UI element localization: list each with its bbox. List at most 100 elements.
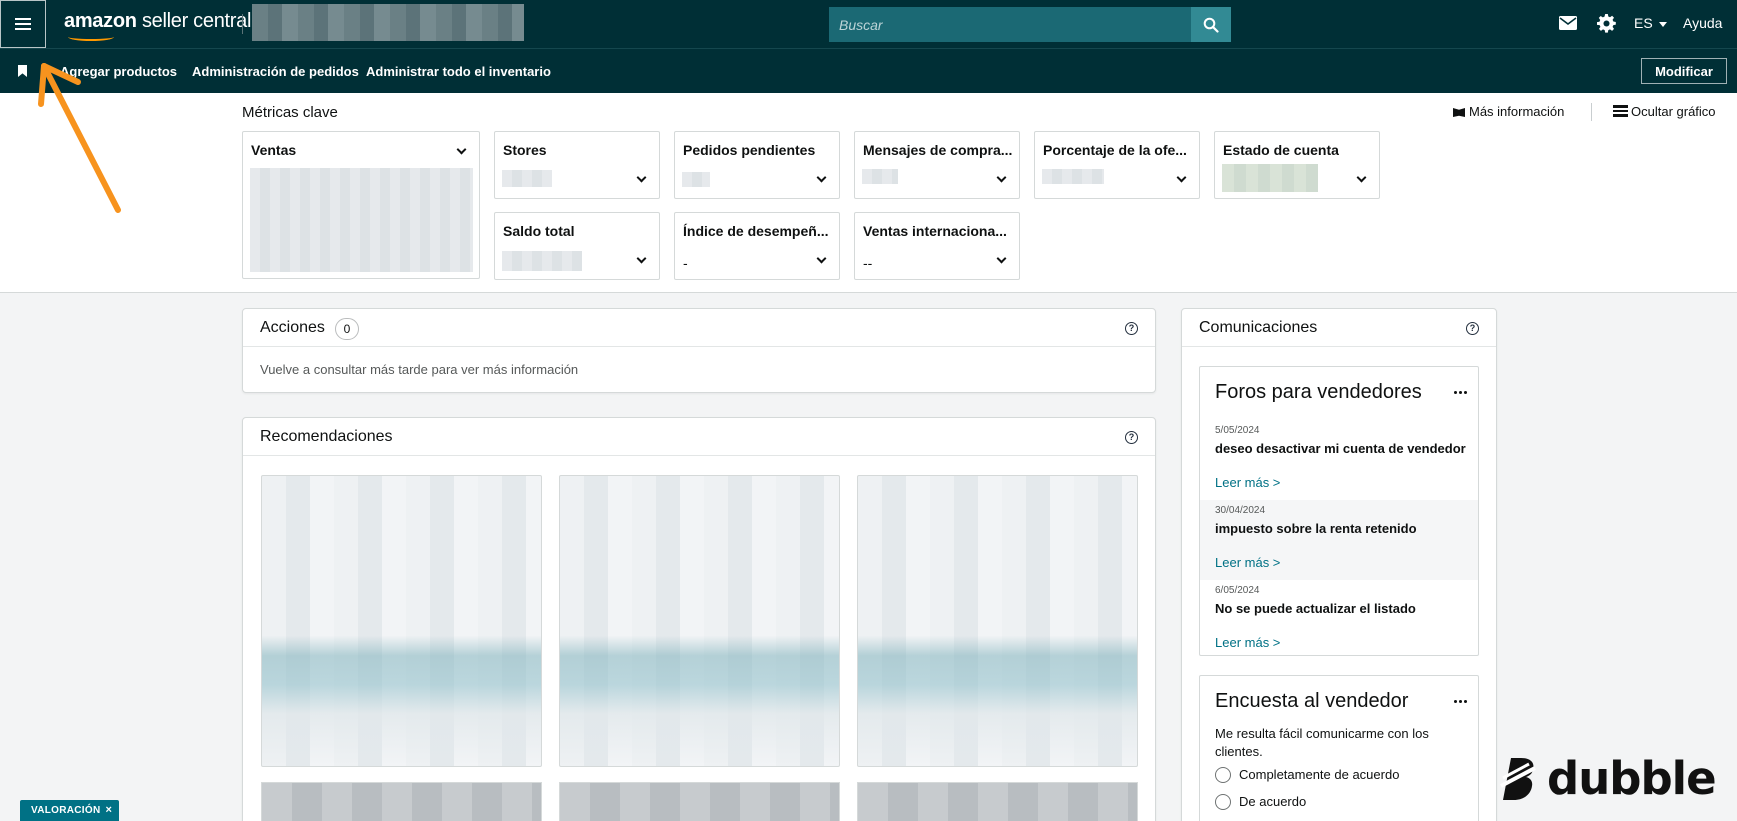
recommendation-card[interactable] xyxy=(559,475,840,767)
radio-button[interactable] xyxy=(1215,794,1231,810)
post-date: 6/05/2024 xyxy=(1215,585,1260,596)
read-more-link[interactable]: Leer más > xyxy=(1215,635,1280,650)
chevron-down-icon xyxy=(996,172,1007,183)
help-icon[interactable]: ? xyxy=(1125,322,1138,335)
recommendation-card-secondary[interactable] xyxy=(559,782,840,821)
recommendation-card-secondary[interactable] xyxy=(261,782,542,821)
chevron-down-icon xyxy=(996,253,1007,264)
metric-label: Índice de desempeñ... xyxy=(683,223,829,239)
bookmark-icon[interactable] xyxy=(18,65,27,77)
metric-label: Ventas xyxy=(251,142,297,158)
dubble-watermark: dubble xyxy=(1497,752,1717,805)
metric-label: Mensajes de compra... xyxy=(863,142,1013,158)
read-more-link[interactable]: Leer más > xyxy=(1215,555,1280,570)
survey-option-agree[interactable]: De acuerdo xyxy=(1215,794,1306,810)
redacted-value xyxy=(682,172,710,187)
seller-survey-card: Encuesta al vendedor Me resulta fácil co… xyxy=(1199,675,1479,821)
survey-question: Me resulta fácil comunicarme con los cli… xyxy=(1215,726,1429,759)
chevron-down-icon xyxy=(816,172,827,183)
read-more-link[interactable]: Leer más > xyxy=(1215,475,1280,490)
post-date: 5/05/2024 xyxy=(1215,425,1260,436)
communications-panel: Comunicaciones ? Foros para vendedores 5… xyxy=(1181,308,1497,821)
actions-empty-message: Vuelve a consultar más tarde para ver má… xyxy=(260,362,579,377)
actions-title: Acciones xyxy=(260,319,325,336)
metric-card-pending-orders[interactable]: Pedidos pendientes xyxy=(674,131,840,199)
more-info-link[interactable]: Más información xyxy=(1453,104,1564,119)
survey-option-strongly-agree[interactable]: Completamente de acuerdo xyxy=(1215,767,1399,783)
post-title[interactable]: impuesto sobre la renta retenido xyxy=(1215,521,1417,536)
recommendations-panel: Recomendaciones ? xyxy=(242,417,1156,821)
chevron-down-icon xyxy=(1176,172,1187,183)
help-link[interactable]: Ayuda xyxy=(1683,15,1722,31)
watermark-text: dubble xyxy=(1547,752,1717,805)
metric-card-total-balance[interactable]: Saldo total xyxy=(494,212,660,280)
metric-label: Saldo total xyxy=(503,223,575,239)
forum-post: 30/04/2024 impuesto sobre la renta reten… xyxy=(1200,500,1478,580)
seller-central-logo[interactable]: amazon seller central xyxy=(64,10,252,41)
forum-post: 6/05/2024 No se puede actualizar el list… xyxy=(1200,580,1478,660)
metric-card-account-status[interactable]: Estado de cuenta xyxy=(1214,131,1380,199)
redacted-value xyxy=(1042,169,1104,184)
post-date: 30/04/2024 xyxy=(1215,505,1266,516)
key-metrics-section: Métricas clave Más información Ocultar g… xyxy=(0,93,1737,293)
close-icon[interactable]: × xyxy=(105,804,112,816)
recommendations-title: Recomendaciones xyxy=(260,428,393,445)
more-options-icon[interactable] xyxy=(1459,700,1462,703)
book-icon xyxy=(1453,108,1465,117)
actions-panel: Acciones 0 ? Vuelve a consultar más tard… xyxy=(242,308,1156,393)
post-title[interactable]: No se puede actualizar el listado xyxy=(1215,601,1416,616)
recommendation-card[interactable] xyxy=(857,475,1138,767)
key-metrics-title: Métricas clave xyxy=(242,104,338,121)
redacted-value xyxy=(862,169,898,184)
metric-card-stores[interactable]: Stores xyxy=(494,131,660,199)
search-button[interactable] xyxy=(1191,7,1231,42)
feedback-tab[interactable]: VALORACIÓN × xyxy=(20,800,119,821)
menu-icon[interactable] xyxy=(0,0,46,48)
language-label: ES xyxy=(1634,15,1653,31)
language-selector[interactable]: ES xyxy=(1634,15,1667,31)
chevron-down-icon xyxy=(636,253,647,264)
metric-card-featured-offer[interactable]: Porcentaje de la ofe... xyxy=(1034,131,1200,199)
modify-button[interactable]: Modificar xyxy=(1641,58,1727,84)
metric-card-performance-index[interactable]: Índice de desempeñ... - xyxy=(674,212,840,280)
search-icon xyxy=(1203,17,1219,33)
help-icon[interactable]: ? xyxy=(1466,322,1479,335)
redacted-value xyxy=(502,170,552,187)
redacted-value xyxy=(502,251,582,271)
metrics-divider xyxy=(1591,103,1592,121)
nav-manage-inventory[interactable]: Administrar todo el inventario xyxy=(366,64,551,79)
actions-count-badge: 0 xyxy=(335,318,359,340)
metric-card-sales[interactable]: Ventas xyxy=(242,131,480,279)
redacted-account-info xyxy=(252,4,524,41)
recommendation-card-secondary[interactable] xyxy=(857,782,1138,821)
gear-icon[interactable] xyxy=(1597,14,1616,38)
chevron-down-icon xyxy=(636,172,647,183)
forums-title: Foros para vendedores xyxy=(1215,381,1422,403)
metric-card-buyer-messages[interactable]: Mensajes de compra... xyxy=(854,131,1020,199)
actions-header: Acciones 0 ? xyxy=(243,309,1155,347)
more-options-icon[interactable] xyxy=(1459,391,1462,394)
help-icon[interactable]: ? xyxy=(1125,431,1138,444)
metric-label: Stores xyxy=(503,142,547,158)
nav-add-products[interactable]: Agregar productos xyxy=(60,64,177,79)
nav-manage-orders[interactable]: Administración de pedidos xyxy=(192,64,359,79)
metric-card-international-sales[interactable]: Ventas internaciona... -- xyxy=(854,212,1020,280)
hide-chart-link[interactable]: Ocultar gráfico xyxy=(1613,104,1716,119)
logo-product: seller central xyxy=(141,10,252,32)
seller-forums-card: Foros para vendedores 5/05/2024 deseo de… xyxy=(1199,366,1479,656)
post-title[interactable]: deseo desactivar mi cuenta de vendedor xyxy=(1215,441,1466,456)
bookmark-nav-bar: Agregar productos Administración de pedi… xyxy=(0,48,1737,93)
mail-icon[interactable] xyxy=(1559,16,1577,35)
more-info-label: Más información xyxy=(1469,104,1565,119)
option-label: De acuerdo xyxy=(1239,794,1307,809)
logo-smile xyxy=(68,33,114,41)
metric-label: Ventas internaciona... xyxy=(863,223,1007,239)
radio-button[interactable] xyxy=(1215,767,1231,783)
recommendation-card[interactable] xyxy=(261,475,542,767)
search-input[interactable] xyxy=(829,7,1191,42)
hide-chart-label: Ocultar gráfico xyxy=(1631,104,1716,119)
chart-toggle-icon xyxy=(1613,105,1628,117)
chevron-down-icon xyxy=(456,144,467,155)
chevron-down-icon xyxy=(816,253,827,264)
top-header: amazon seller central ES Ayuda xyxy=(0,0,1737,48)
